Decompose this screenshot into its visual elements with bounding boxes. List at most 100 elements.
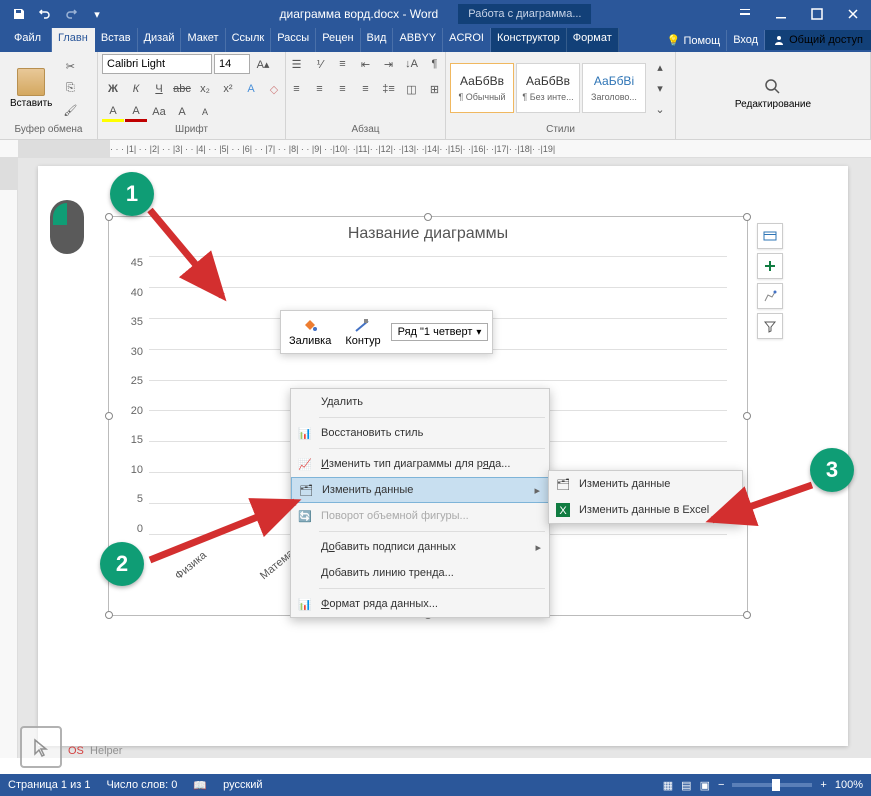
tab-format[interactable]: Формат [567,28,619,52]
qat-dropdown-icon[interactable]: ▾ [86,3,108,25]
multilevel-icon[interactable]: ≡ [332,54,354,74]
format-painter-icon[interactable]: 🖌 [60,100,80,120]
tab-acrobat[interactable]: ACROI [443,28,491,52]
arrow-1 [140,200,240,310]
status-page[interactable]: Страница 1 из 1 [8,779,90,791]
layout-options-icon[interactable] [757,223,783,249]
styles-up-icon[interactable]: ▴ [650,57,670,77]
ctx-delete[interactable]: Удалить [291,389,549,415]
font-size-select[interactable]: 14 [214,54,250,74]
style-nospacing[interactable]: АаБбВв¶ Без инте... [516,63,580,113]
series-select[interactable]: Ряд "1 четверт ▾ [391,323,489,341]
subscript-button[interactable]: x₂ [194,79,216,99]
save-icon[interactable] [8,3,30,25]
superscript-button[interactable]: x² [217,79,239,99]
ctx-format-series[interactable]: 📊Формат ряда данных... [291,591,549,617]
minimize-icon[interactable] [763,0,799,28]
undo-icon[interactable] [34,3,56,25]
status-proofing-icon[interactable]: 📖 [193,779,207,792]
copy-icon[interactable]: ⎘ [60,78,80,98]
shading-icon[interactable]: ◫ [401,79,423,99]
text-effect-icon[interactable]: A [240,79,262,99]
align-left-icon[interactable]: ≡ [286,79,308,99]
zoom-out-icon[interactable]: − [718,779,724,791]
tab-design[interactable]: Дизай [138,28,182,52]
chart-styles-icon[interactable] [757,283,783,309]
view-web-icon[interactable]: ▣ [700,779,710,792]
share-button[interactable]: Общий доступ [765,30,871,50]
style-heading[interactable]: АаБбВіЗаголово... [582,63,646,113]
excel-icon: X [555,502,571,518]
ruler-vertical[interactable] [0,158,18,758]
chart-filters-icon[interactable] [757,313,783,339]
login-button[interactable]: Вход [727,30,765,50]
view-print-icon[interactable]: ▤ [681,779,691,792]
bold-button[interactable]: Ж [102,79,124,99]
zoom-slider[interactable] [732,783,812,787]
tab-abbyy[interactable]: ABBYY [393,28,443,52]
grow-font2-icon[interactable]: A [171,102,193,122]
font-family-select[interactable]: Calibri Light [102,54,212,74]
underline-button[interactable]: Ч [148,79,170,99]
numbering-icon[interactable]: ⅟ [309,54,331,74]
change-case-icon[interactable]: Aa [148,102,170,122]
cut-icon[interactable]: ✂ [60,56,80,76]
zoom-level[interactable]: 100% [835,779,863,791]
font-color-icon[interactable]: A [125,102,147,122]
find-button[interactable]: Редактирование [729,73,817,114]
tab-insert[interactable]: Встав [95,28,138,52]
indent-inc-icon[interactable]: ⇥ [378,54,400,74]
ctx-edit-data[interactable]: 🗂Изменить данные▸ [291,477,549,503]
styles-down-icon[interactable]: ▾ [650,78,670,98]
paste-button[interactable]: Вставить [4,64,58,113]
zoom-in-icon[interactable]: + [820,779,826,791]
style-normal[interactable]: АаБбВв¶ Обычный [450,63,514,113]
grow-font-icon[interactable]: A▴ [252,54,274,74]
status-lang[interactable]: русский [223,779,262,791]
tab-references[interactable]: Ссылк [226,28,272,52]
align-center-icon[interactable]: ≡ [309,79,331,99]
tell-me[interactable]: 💡 Помощ [661,30,728,51]
clipboard-icon [17,68,45,96]
ctx-change-type[interactable]: 📈Изменить тип диаграммы для ряда... [291,451,549,477]
tab-review[interactable]: Рецен [316,28,360,52]
highlight-icon[interactable]: A [102,102,124,122]
status-words[interactable]: Число слов: 0 [106,779,177,791]
show-marks-icon[interactable]: ¶ [424,54,446,74]
styles-more-icon[interactable]: ⌄ [650,99,670,119]
cursor-icon [20,726,62,768]
tab-constructor[interactable]: Конструктор [491,28,567,52]
justify-icon[interactable]: ≡ [355,79,377,99]
line-spacing-icon[interactable]: ‡≡ [378,79,400,99]
ctx-reset-style[interactable]: 📊Восстановить стиль [291,420,549,446]
search-icon [763,77,783,97]
ctx-add-labels[interactable]: Добавить подписи данных▸ [291,534,549,560]
redo-icon[interactable] [60,3,82,25]
ribbon-tabs: Файл Главн Встав Дизай Макет Ссылк Рассы… [0,28,871,52]
bullets-icon[interactable]: ☰ [286,54,308,74]
sort-icon[interactable]: ↓A [401,54,423,74]
borders-icon[interactable]: ⊞ [424,79,446,99]
maximize-icon[interactable] [799,0,835,28]
fill-button[interactable]: Заливка [285,315,335,349]
italic-button[interactable]: К [125,79,147,99]
ctx-add-trendline[interactable]: Добавить линию тренда... [291,560,549,586]
tab-home[interactable]: Главн [52,28,95,52]
tab-mailings[interactable]: Рассы [271,28,316,52]
chart-tools-label: Работа с диаграмма... [458,4,591,24]
ribbon-options-icon[interactable] [727,0,763,28]
shrink-font-icon[interactable]: A [194,102,216,122]
strike-button[interactable]: abc [171,79,193,99]
tab-view[interactable]: Вид [361,28,394,52]
ruler-horizontal[interactable]: · · · |1| · · |2| · · |3| · · |4| · · |5… [0,140,871,158]
align-right-icon[interactable]: ≡ [332,79,354,99]
outline-button[interactable]: Контур [341,315,384,349]
tab-layout[interactable]: Макет [181,28,225,52]
close-icon[interactable] [835,0,871,28]
indent-dec-icon[interactable]: ⇤ [355,54,377,74]
group-clipboard: Буфер обмена [4,122,93,137]
chart-elements-icon[interactable] [757,253,783,279]
tab-file[interactable]: Файл [4,28,52,52]
view-read-icon[interactable]: ▦ [663,779,673,792]
clear-format-icon[interactable]: ◇ [263,79,285,99]
